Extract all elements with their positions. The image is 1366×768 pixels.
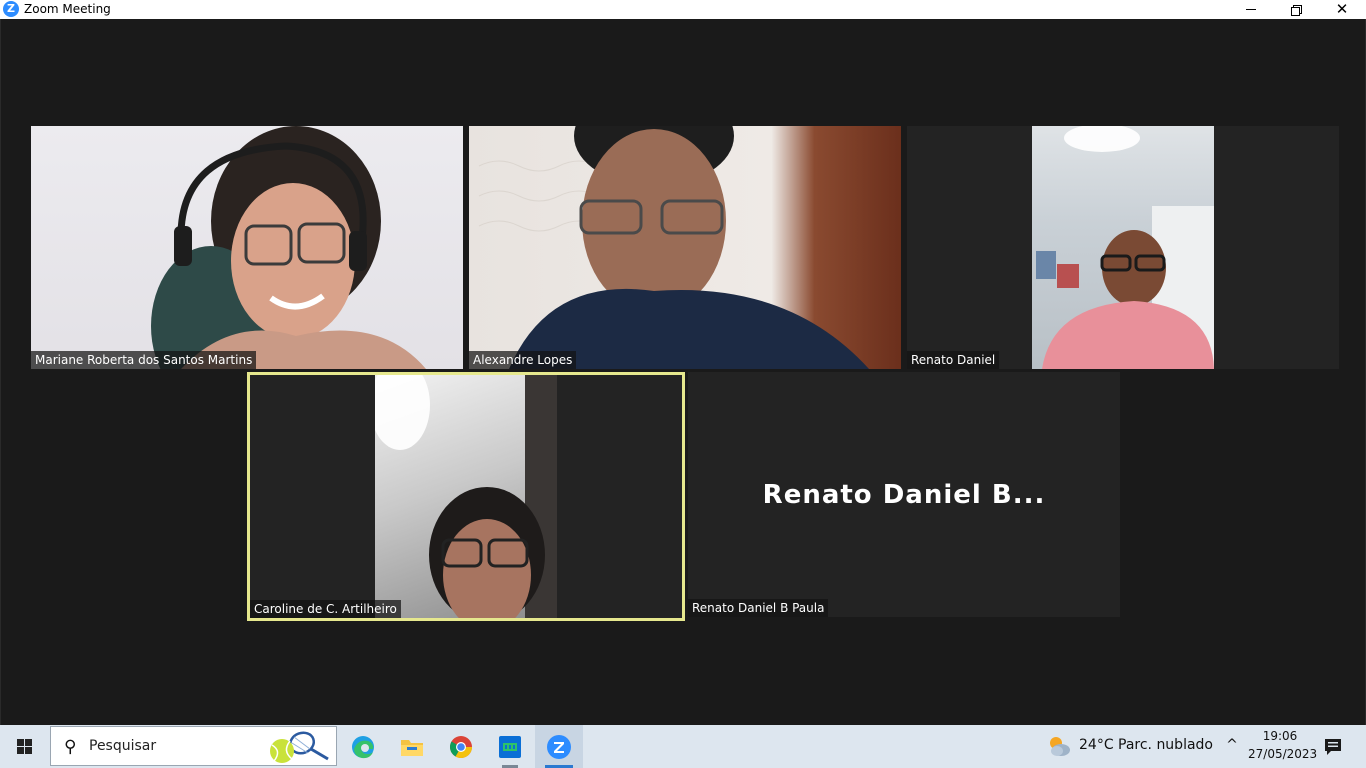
close-button[interactable]: ✕ — [1319, 0, 1365, 19]
participant-name: Renato Daniel B Paula — [688, 599, 829, 617]
search-icon: ⚲ — [64, 737, 77, 757]
participant-name: Mariane Roberta dos Santos Martins — [31, 351, 257, 369]
video-tile-camera-off[interactable]: Renato Daniel B... Renato Daniel B Paula — [688, 372, 1120, 617]
file-explorer-button[interactable] — [388, 725, 436, 768]
search-input[interactable]: ⚲ Pesquisar — [50, 726, 337, 766]
minimize-icon — [1246, 9, 1256, 10]
weather-temperature[interactable]: 24°C — [1079, 737, 1114, 753]
participant-video — [1032, 126, 1214, 369]
taskbar: ⚲ Pesquisar 24°C Parc. nublado ^ 19:06 2… — [0, 725, 1366, 768]
zoom-icon — [547, 734, 571, 759]
chevron-up-icon[interactable]: ^ — [1224, 737, 1240, 753]
video-tile-active-speaker[interactable]: Caroline de C. Artilheiro — [247, 372, 685, 621]
participant-video — [151, 126, 426, 369]
video-tile[interactable]: Alexandre Lopes — [469, 126, 901, 369]
participant-name: Renato Daniel — [907, 351, 1000, 369]
edge-button[interactable] — [339, 725, 387, 768]
video-tile[interactable]: Renato Daniel — [907, 126, 1339, 369]
notification-icon[interactable] — [1322, 736, 1344, 758]
zoom-button[interactable] — [535, 725, 583, 768]
edge-icon — [352, 735, 374, 758]
clock-time[interactable]: 19:06 — [1250, 729, 1310, 743]
search-placeholder: Pesquisar — [89, 738, 157, 754]
participant-display-name: Renato Daniel B... — [762, 480, 1046, 510]
clock-date[interactable]: 27/05/2023 — [1248, 747, 1317, 761]
video-tile[interactable]: Mariane Roberta dos Santos Martins — [31, 126, 463, 369]
minimize-button[interactable] — [1228, 0, 1274, 19]
chrome-button[interactable] — [437, 725, 485, 768]
app-icon — [499, 735, 521, 758]
windows-icon — [16, 739, 32, 754]
participant-name: Alexandre Lopes — [469, 351, 577, 369]
app-button[interactable] — [486, 725, 534, 768]
start-button[interactable] — [0, 725, 48, 768]
participant-video — [375, 375, 557, 618]
tennis-icon — [270, 731, 329, 763]
restore-icon — [1291, 4, 1302, 16]
title-bar: Z Zoom Meeting ✕ — [0, 0, 1366, 19]
restore-button[interactable] — [1273, 0, 1319, 19]
window-title: Zoom Meeting — [24, 2, 111, 16]
close-icon: ✕ — [1335, 0, 1349, 18]
meeting-gallery: Mariane Roberta dos Santos Martins Alexa… — [0, 19, 1366, 725]
weather-partly-cloudy-icon[interactable] — [1046, 733, 1072, 759]
file-explorer-icon — [401, 739, 423, 756]
weather-description[interactable]: Parc. nublado — [1118, 737, 1213, 753]
participant-video — [478, 126, 869, 369]
participant-name: Caroline de C. Artilheiro — [250, 600, 401, 618]
chrome-icon — [450, 735, 472, 758]
zoom-logo-icon: Z — [3, 1, 19, 17]
